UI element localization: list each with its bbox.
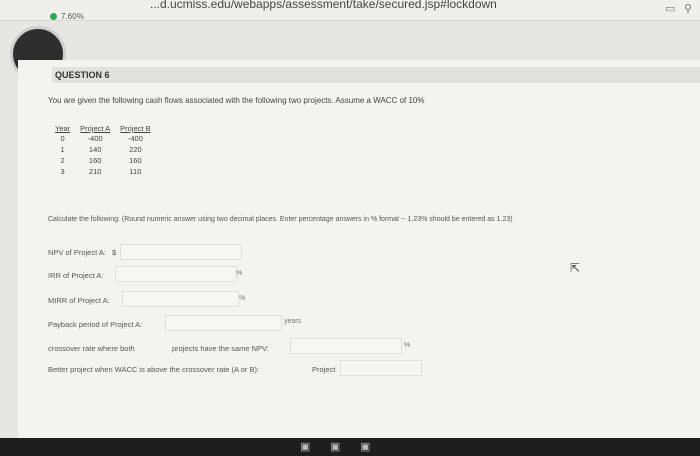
question-prompt: You are given the following cash flows a… (48, 96, 425, 105)
payback-input[interactable] (165, 315, 282, 331)
search-icon[interactable]: ⚲ (684, 2, 692, 15)
taskbar: ▣ ▣ ▣ (0, 438, 700, 456)
table-cell: 160 (88, 156, 102, 165)
crossover-unit: % (404, 342, 411, 349)
table-cell: -400 (87, 134, 103, 143)
irr-unit: % (236, 270, 243, 277)
url-text[interactable]: ...d.ucmiss.edu/webapps/assessment/take/… (150, 0, 497, 11)
progress-percent: 7.60% (61, 12, 84, 21)
crossover-input[interactable] (290, 338, 402, 354)
browser-bar: ...d.ucmiss.edu/webapps/assessment/take/… (0, 0, 700, 21)
cash-flow-table: Year Project A Project B 0 -400 -400 1 1… (50, 124, 156, 177)
col-header-project-a: Project A (80, 124, 111, 133)
table-cell: 2 (60, 156, 65, 165)
crossover-label-1: crossover rate where both (48, 344, 135, 353)
table-header-row: Year Project A Project B (50, 124, 156, 133)
table-row: 3 210 110 (50, 166, 156, 177)
table-cell: 1 (60, 145, 65, 154)
table-cell: 110 (129, 167, 142, 176)
table-cell: 140 (88, 145, 102, 154)
crossover-label-2: projects have the same NPV: (172, 344, 269, 353)
mirr-unit: % (239, 295, 246, 302)
table-cell: 210 (88, 167, 102, 176)
table-cell: 3 (60, 167, 65, 176)
mirr-label: MIRR of Project A: (48, 296, 110, 305)
better-project-label: Better project when WACC is above the cr… (48, 365, 260, 374)
npv-dollar-prefix: $ (112, 248, 117, 257)
instructions-text: Calculate the following: (Round numeric … (48, 216, 513, 223)
table-cell: 160 (129, 156, 142, 165)
table-row: 0 -400 -400 (50, 133, 156, 144)
taskbar-app-icon[interactable]: ▣ (300, 440, 310, 453)
table-row: 1 140 220 (50, 144, 156, 155)
table-row: 2 160 160 (50, 155, 156, 166)
npv-label-text: NPV of Project A: (48, 248, 106, 257)
npv-label: NPV of Project A: $ (48, 248, 116, 257)
payback-label: Payback period of Project A: (48, 320, 143, 329)
taskbar-app-icon[interactable]: ▣ (360, 440, 370, 453)
window-icon[interactable]: ▭ (665, 2, 675, 15)
status-dot-icon (50, 13, 57, 20)
irr-input[interactable] (115, 266, 237, 282)
question-heading: QUESTION 6 (52, 67, 700, 83)
payback-unit: years (284, 318, 302, 325)
taskbar-app-icon[interactable]: ▣ (330, 440, 340, 453)
better-project-suffix: Project (312, 365, 336, 374)
progress-indicator: 7.60% (50, 12, 84, 21)
irr-label: IRR of Project A: (48, 271, 104, 280)
table-cell: 220 (129, 145, 142, 154)
mirr-input[interactable] (122, 291, 239, 307)
better-project-input[interactable] (340, 360, 422, 376)
npv-input[interactable] (120, 244, 242, 260)
table-cell: -400 (127, 134, 143, 143)
col-header-project-b: Project B (120, 124, 151, 133)
mouse-cursor-icon: ⇱ (570, 261, 581, 275)
col-header-year: Year (55, 124, 71, 133)
table-cell: 0 (60, 134, 65, 143)
